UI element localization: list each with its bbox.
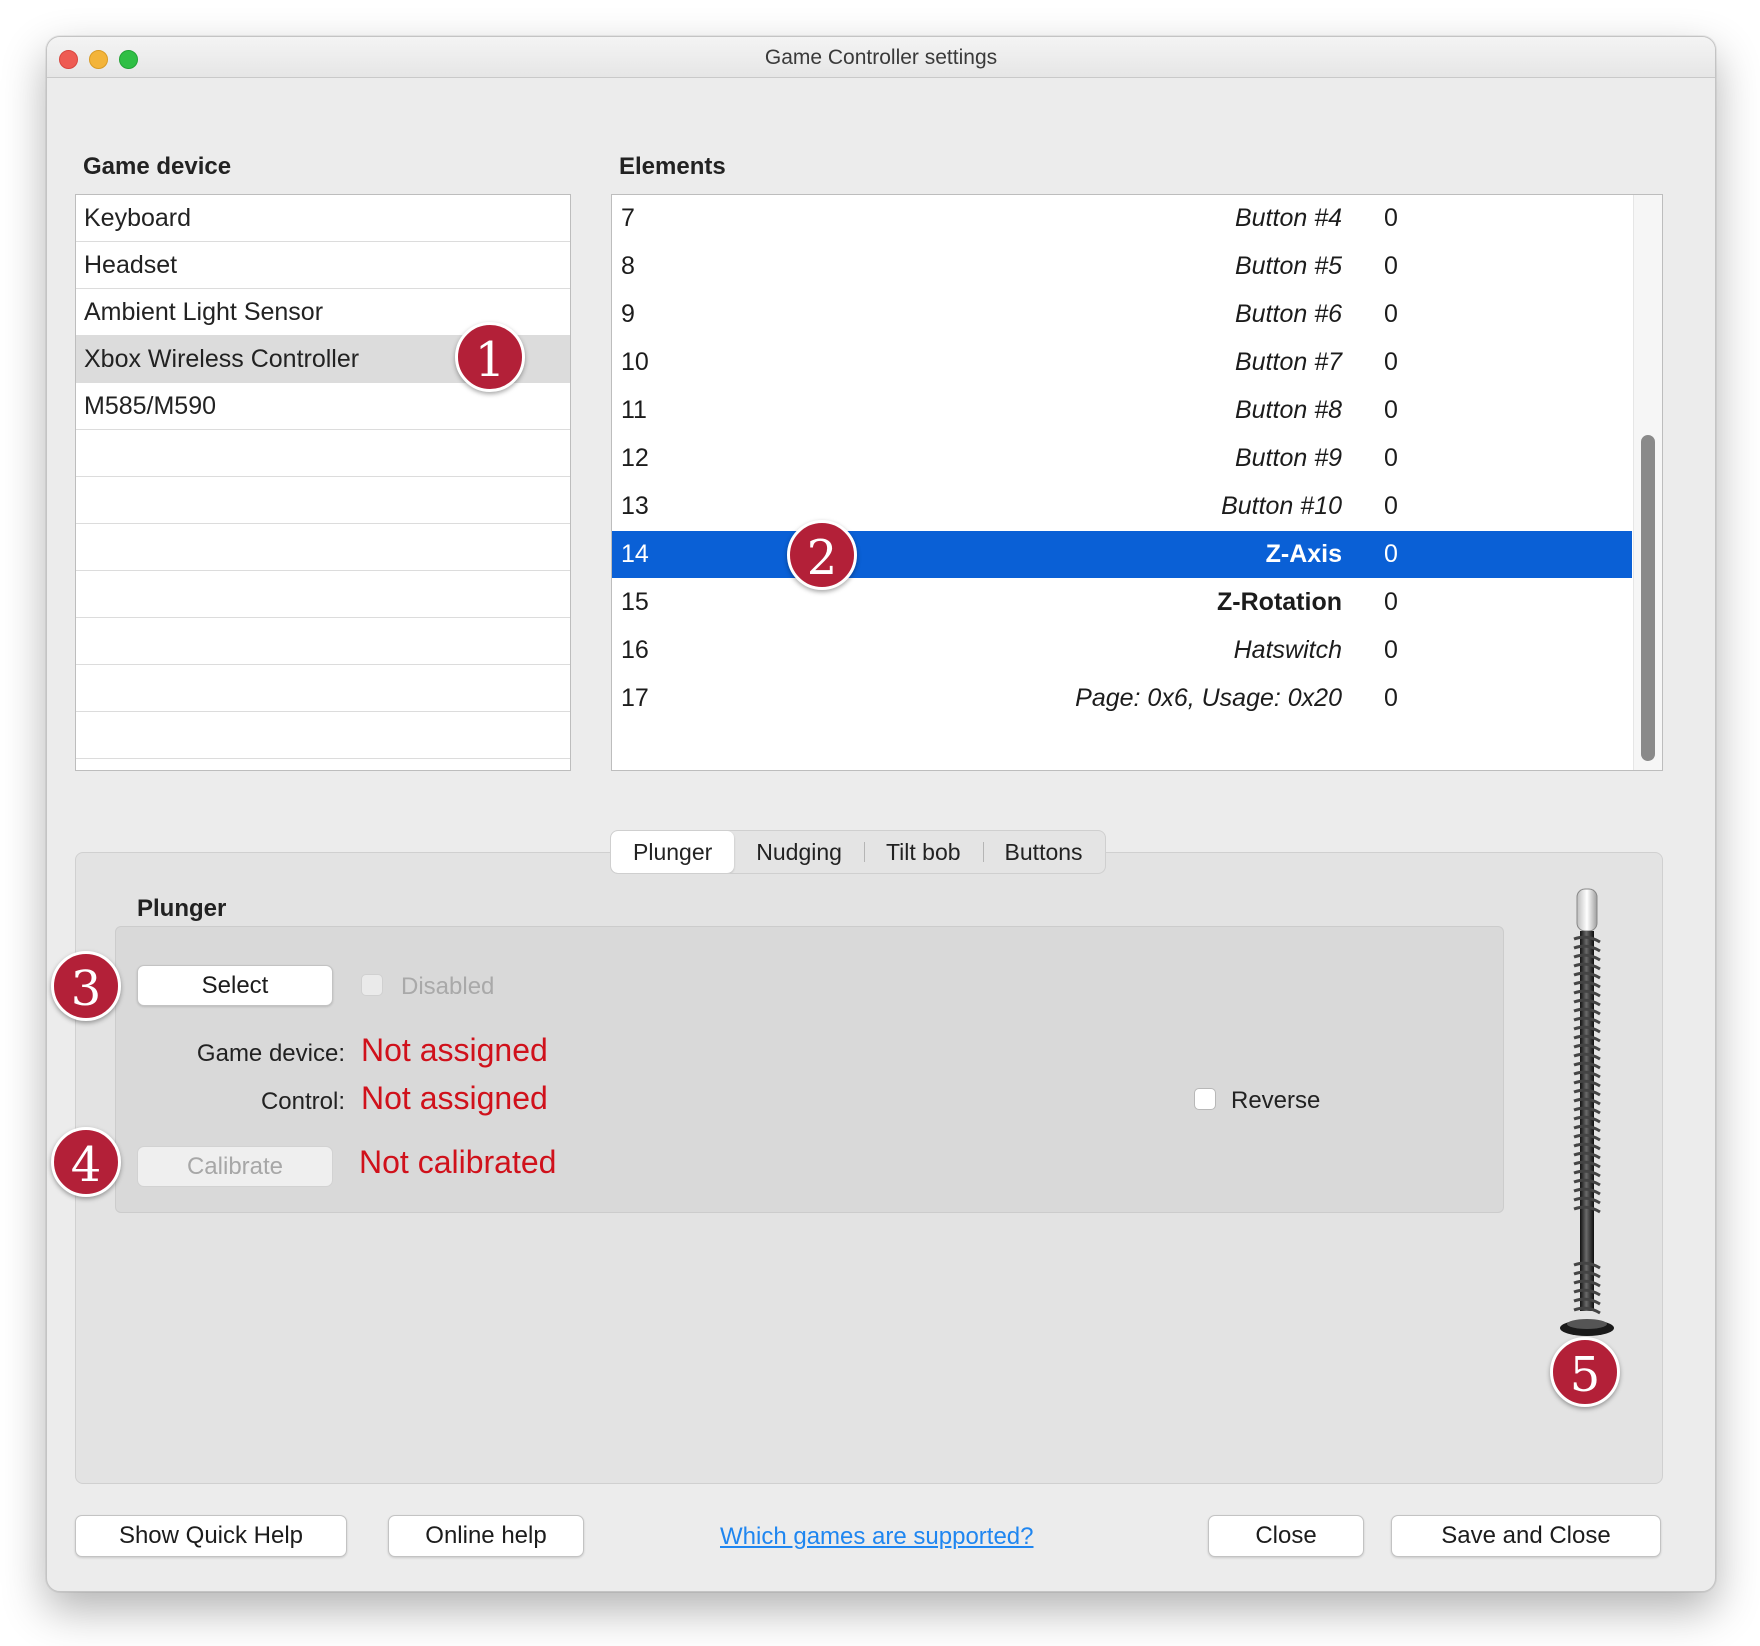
element-number: 17 bbox=[621, 684, 649, 712]
element-name: Button #7 bbox=[1234, 348, 1342, 376]
device-item[interactable]: Keyboard bbox=[76, 195, 570, 242]
game-device-label: Game device: bbox=[196, 1040, 345, 1067]
element-row[interactable]: 9 Button #6 0 bbox=[612, 291, 1632, 338]
element-name: Z-Axis bbox=[1265, 540, 1342, 568]
element-row[interactable]: 7 Button #4 0 bbox=[612, 195, 1632, 242]
control-status: Not assigned bbox=[361, 1080, 548, 1116]
callout-badge-2: 2 bbox=[787, 520, 857, 590]
element-row[interactable]: 15 Z-Rotation 0 bbox=[612, 579, 1632, 626]
close-button[interactable]: Close bbox=[1208, 1515, 1364, 1557]
callout-badge-4: 4 bbox=[51, 1127, 121, 1197]
device-empty-row[interactable] bbox=[76, 665, 570, 712]
element-row[interactable]: 11 Button #8 0 bbox=[612, 387, 1632, 434]
element-number: 15 bbox=[621, 588, 649, 616]
reverse-checkbox[interactable] bbox=[1194, 1088, 1216, 1110]
element-number: 10 bbox=[621, 348, 649, 376]
disabled-label: Disabled bbox=[401, 973, 495, 1000]
element-row[interactable]: 8 Button #5 0 bbox=[612, 243, 1632, 290]
select-button[interactable]: Select bbox=[137, 965, 333, 1006]
plunger-illustration bbox=[1560, 888, 1614, 1336]
device-empty-row[interactable] bbox=[76, 571, 570, 618]
element-number: 12 bbox=[621, 444, 649, 472]
elements-list[interactable]: 17 Page: 0x6, Usage: 0x20 0 16 Hatswitch 0 15 Z… bbox=[611, 194, 1663, 771]
element-number: 9 bbox=[621, 300, 635, 328]
tab-plunger[interactable]: Plunger bbox=[611, 831, 735, 873]
reverse-label: Reverse bbox=[1231, 1087, 1321, 1114]
element-value: 0 bbox=[1384, 636, 1398, 664]
device-empty-row[interactable] bbox=[76, 524, 570, 571]
element-name: Button #6 bbox=[1234, 300, 1342, 328]
element-number: 13 bbox=[621, 492, 649, 520]
elements-scrollbar[interactable] bbox=[1633, 195, 1662, 770]
callout-badge-1: 1 bbox=[455, 322, 525, 392]
element-name: Button #5 bbox=[1234, 252, 1342, 280]
settings-window: Game Controller settings Game device Key… bbox=[46, 36, 1716, 1592]
element-name: Button #4 bbox=[1234, 204, 1342, 232]
device-empty-row[interactable] bbox=[76, 618, 570, 665]
element-number: 14 bbox=[621, 540, 649, 568]
element-number: 16 bbox=[621, 636, 649, 664]
show-quick-help-button[interactable]: Show Quick Help bbox=[75, 1515, 347, 1557]
element-name: Button #9 bbox=[1234, 444, 1342, 472]
supported-games-link[interactable]: Which games are supported? bbox=[720, 1523, 1034, 1551]
element-number: 11 bbox=[621, 396, 647, 424]
element-value: 0 bbox=[1384, 252, 1398, 280]
game-device-list[interactable]: Keyboard Headset Ambient Light Sensor Xbox … bbox=[75, 194, 571, 771]
callout-badge-5: 5 bbox=[1550, 1337, 1620, 1407]
elements-heading: Elements bbox=[619, 153, 726, 180]
element-name: Hatswitch bbox=[1233, 636, 1342, 664]
control-label: Control: bbox=[260, 1088, 345, 1115]
element-value: 0 bbox=[1384, 588, 1398, 616]
element-value: 0 bbox=[1384, 492, 1398, 520]
element-value: 0 bbox=[1384, 684, 1398, 712]
element-value: 0 bbox=[1384, 348, 1398, 376]
calibration-status: Not calibrated bbox=[359, 1144, 557, 1180]
element-name: Button #8 bbox=[1234, 396, 1342, 424]
element-value: 0 bbox=[1384, 300, 1398, 328]
element-row[interactable]: 13 Button #10 0 bbox=[612, 483, 1632, 530]
save-and-close-button[interactable]: Save and Close bbox=[1391, 1515, 1661, 1557]
element-name: Button #10 bbox=[1221, 492, 1342, 520]
element-value: 0 bbox=[1384, 540, 1398, 568]
element-value: 0 bbox=[1384, 444, 1398, 472]
callout-badge-3: 3 bbox=[51, 951, 121, 1021]
tab-buttons[interactable]: Buttons bbox=[982, 831, 1105, 873]
game-device-status: Not assigned bbox=[361, 1032, 548, 1068]
game-device-heading: Game device bbox=[83, 153, 232, 180]
title-bar: Game Controller settings bbox=[47, 37, 1715, 78]
element-value: 0 bbox=[1384, 204, 1398, 232]
element-name: Z-Rotation bbox=[1217, 588, 1342, 616]
tab-nudging[interactable]: Nudging bbox=[734, 831, 864, 873]
settings-tabs: Plunger Nudging Tilt bob Buttons bbox=[610, 830, 1106, 874]
element-row[interactable]: 16 Hatswitch 0 bbox=[612, 627, 1632, 674]
element-row[interactable]: 12 Button #9 0 bbox=[612, 435, 1632, 482]
calibrate-button[interactable]: Calibrate bbox=[137, 1146, 333, 1187]
element-row[interactable]: 10 Button #7 0 bbox=[612, 339, 1632, 386]
device-empty-row[interactable] bbox=[76, 430, 570, 477]
online-help-button[interactable]: Online help bbox=[388, 1515, 584, 1557]
tab-tilt-bob[interactable]: Tilt bob bbox=[863, 831, 983, 873]
device-empty-row[interactable] bbox=[76, 712, 570, 759]
element-row[interactable]: 14 Z-Axis 0 bbox=[612, 531, 1632, 578]
element-name: Page: 0x6, Usage: 0x20 bbox=[1075, 684, 1342, 712]
element-row[interactable]: 17 Page: 0x6, Usage: 0x20 0 bbox=[612, 675, 1632, 722]
element-number: 7 bbox=[621, 204, 635, 232]
device-empty-row[interactable] bbox=[76, 477, 570, 524]
element-number: 8 bbox=[621, 252, 635, 280]
device-item[interactable]: Headset bbox=[76, 242, 570, 289]
disabled-checkbox[interactable] bbox=[361, 974, 383, 996]
elements-scroll-thumb[interactable] bbox=[1641, 435, 1655, 761]
window-title: Game Controller settings bbox=[764, 46, 998, 69]
plunger-group-title: Plunger bbox=[137, 895, 227, 922]
element-value: 0 bbox=[1384, 396, 1398, 424]
